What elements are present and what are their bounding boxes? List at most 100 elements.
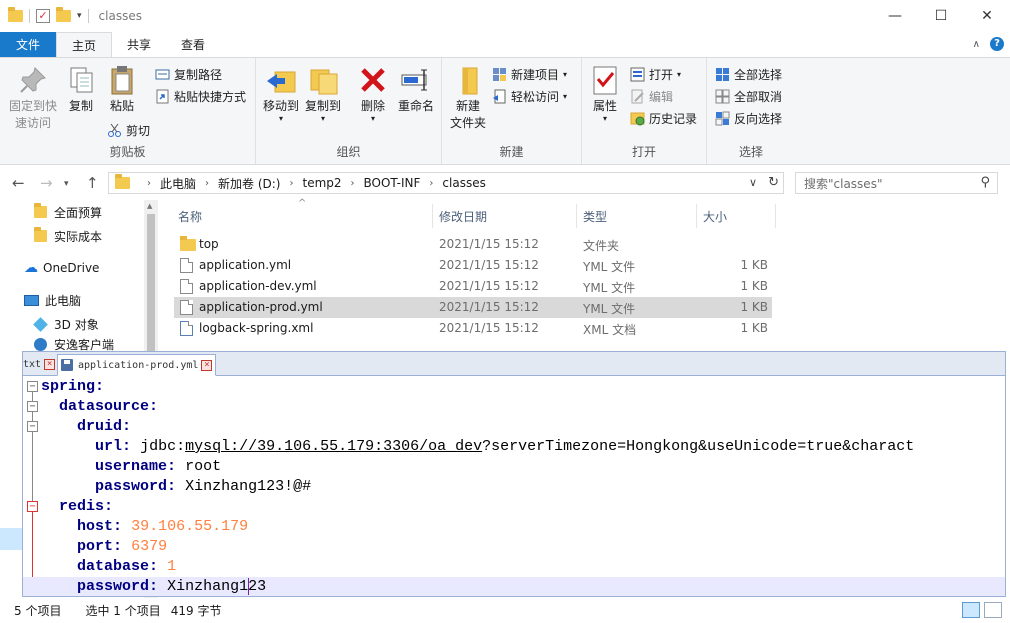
- column-size[interactable]: 大小: [703, 208, 727, 225]
- copy-path-button[interactable]: 复制路径: [155, 64, 222, 84]
- file-row[interactable]: application-dev.yml 2021/1/15 15:12 YML …: [174, 276, 772, 297]
- nav-item-actual-cost[interactable]: 实际成本: [0, 224, 102, 248]
- search-icon: ⚲: [980, 175, 990, 190]
- history-button[interactable]: 历史记录: [630, 108, 697, 128]
- file-type: XML 文档: [583, 323, 637, 337]
- yaml-value: ?serverTimezone=Hongkong&useUnicode=true…: [482, 438, 915, 455]
- delete-button[interactable]: 删除 ▾: [356, 64, 390, 123]
- select-none-icon: [715, 89, 730, 104]
- maximize-button[interactable]: ☐: [918, 0, 964, 32]
- breadcrumb-boot-inf[interactable]: BOOT-INF: [364, 176, 421, 190]
- back-arrow-icon[interactable]: ←: [12, 174, 25, 192]
- cut-button[interactable]: 剪切: [107, 120, 150, 140]
- scroll-up-icon[interactable]: ▲: [147, 202, 152, 210]
- rename-button[interactable]: 重命名: [396, 64, 436, 115]
- organize-group: 移动到 ▾ 复制到 ▾ 删除 ▾ 重命名 组织: [256, 58, 442, 164]
- close-tab-icon[interactable]: ×: [201, 359, 213, 371]
- address-bar[interactable]: › 此电脑 › 新加卷 (D:) › temp2 › BOOT-INF › cl…: [108, 172, 784, 194]
- select-none-button[interactable]: 全部取消: [715, 86, 782, 106]
- tab-txt[interactable]: txt ×: [20, 354, 58, 374]
- nav-item-3d-objects[interactable]: 3D 对象: [0, 312, 99, 336]
- nav-item-budget[interactable]: 全面预算: [0, 200, 102, 224]
- recent-locations-chevron-icon[interactable]: ▾: [64, 179, 69, 189]
- easy-access-icon: [492, 89, 507, 104]
- close-tab-icon[interactable]: ×: [44, 358, 56, 370]
- column-date[interactable]: 修改日期: [439, 208, 487, 225]
- nav-item-this-pc[interactable]: 此电脑: [0, 288, 81, 312]
- code-line-current: password: Xinzhang123: [23, 577, 1005, 596]
- yaml-key: druid: [77, 418, 123, 435]
- paste-button[interactable]: 粘贴: [104, 64, 140, 115]
- file-row-selected[interactable]: application-prod.yml 2021/1/15 15:12 YML…: [174, 297, 772, 318]
- details-view-icon[interactable]: [962, 602, 980, 618]
- yaml-link[interactable]: mysql://39.106.55.179:3306/oa_dev: [185, 438, 482, 455]
- open-button[interactable]: 打开 ▾: [630, 64, 681, 84]
- yaml-number: 6379: [131, 538, 168, 555]
- invert-selection-label: 反向选择: [734, 111, 783, 126]
- yaml-value: Xinzhang123: [167, 578, 267, 595]
- copy-to-button[interactable]: 复制到 ▾: [304, 64, 342, 123]
- copy-path-label: 复制路径: [174, 67, 223, 82]
- tab-application-prod-yml[interactable]: application-prod.yml ×: [57, 354, 217, 376]
- properties-button[interactable]: 属性 ▾: [588, 64, 622, 123]
- copy-button[interactable]: 复制: [64, 64, 98, 115]
- invert-selection-button[interactable]: 反向选择: [715, 108, 782, 128]
- forward-arrow-icon[interactable]: →: [40, 174, 53, 192]
- edit-button[interactable]: 编辑: [630, 86, 673, 106]
- paste-shortcut-button[interactable]: 粘贴快捷方式: [155, 86, 246, 106]
- select-group: 全部选择 全部取消 反向选择 选择: [707, 58, 795, 164]
- scrollbar-thumb[interactable]: [147, 214, 155, 364]
- minimize-button[interactable]: —: [872, 0, 918, 32]
- new-item-button[interactable]: 新建项目 ▾: [492, 64, 567, 84]
- close-button[interactable]: ✕: [964, 0, 1010, 32]
- up-arrow-icon[interactable]: ↑: [86, 174, 99, 192]
- help-icon[interactable]: ?: [990, 37, 1004, 51]
- tab-share[interactable]: 共享: [112, 32, 166, 57]
- move-to-button[interactable]: 移动到 ▾: [262, 64, 300, 123]
- yaml-value: root: [185, 458, 222, 475]
- yaml-value: Xinzhang123!@#: [185, 478, 312, 495]
- file-type: YML 文件: [583, 260, 636, 274]
- column-type[interactable]: 类型: [583, 208, 607, 225]
- tab-home[interactable]: 主页: [56, 32, 113, 57]
- search-input[interactable]: 搜索"classes" ⚲: [795, 172, 998, 194]
- folder-icon: [8, 7, 23, 22]
- ribbon: 固定到快 速访问 复制 粘贴 复制路径 粘贴快捷方式 剪切 剪贴板 移动到 ▾ …: [0, 57, 1010, 165]
- easy-access-button[interactable]: 轻松访问 ▾: [492, 86, 567, 106]
- copy-to-icon: [307, 64, 339, 96]
- code-area[interactable]: − − − − spring: datasource: druid: url: …: [23, 377, 1005, 596]
- new-folder-quick-icon[interactable]: [56, 7, 71, 22]
- folder-icon: [180, 236, 196, 251]
- paste-shortcut-icon: [155, 89, 170, 104]
- pin-quick-access-button[interactable]: 固定到快 速访问: [6, 64, 60, 132]
- address-dropdown-chevron-icon[interactable]: ∨: [749, 176, 757, 189]
- tab-file[interactable]: 文件: [0, 32, 57, 57]
- nav-item-selected[interactable]: [0, 528, 22, 550]
- breadcrumb-temp2[interactable]: temp2: [302, 176, 341, 190]
- new-folder-button[interactable]: 新建 文件夹: [448, 64, 488, 132]
- tab-view[interactable]: 查看: [166, 32, 220, 57]
- file-row[interactable]: top 2021/1/15 15:12 文件夹: [174, 234, 772, 255]
- invert-selection-icon: [715, 111, 730, 126]
- breadcrumb-this-pc[interactable]: 此电脑: [160, 175, 196, 192]
- properties-quick-icon[interactable]: ✓: [36, 9, 50, 23]
- refresh-icon[interactable]: ↻: [768, 175, 779, 190]
- select-all-button[interactable]: 全部选择: [715, 64, 782, 84]
- column-name[interactable]: 名称: [178, 208, 202, 225]
- breadcrumb-classes[interactable]: classes: [442, 176, 485, 190]
- yaml-number: 39.106.55.179: [131, 518, 249, 535]
- nav-item-onedrive[interactable]: ☁ OneDrive: [0, 256, 99, 280]
- nav-item-client[interactable]: 安逸客户端: [0, 336, 114, 352]
- file-row[interactable]: application.yml 2021/1/15 15:12 YML 文件 1…: [174, 255, 772, 276]
- save-icon: [61, 359, 73, 371]
- collapse-ribbon-chevron-icon[interactable]: ∧: [973, 39, 980, 50]
- selection-size: 419 字节: [170, 604, 222, 618]
- sort-ascending-icon: ^: [298, 198, 307, 209]
- breadcrumb-drive[interactable]: 新加卷 (D:): [218, 175, 280, 192]
- organize-group-label: 组织: [336, 145, 361, 159]
- yaml-key: spring: [41, 378, 96, 395]
- customize-toolbar-chevron-icon[interactable]: ▾: [77, 11, 82, 21]
- large-icons-view-icon[interactable]: [984, 602, 1002, 618]
- file-row[interactable]: logback-spring.xml 2021/1/15 15:12 XML 文…: [174, 318, 772, 339]
- yaml-key: host: [77, 518, 114, 535]
